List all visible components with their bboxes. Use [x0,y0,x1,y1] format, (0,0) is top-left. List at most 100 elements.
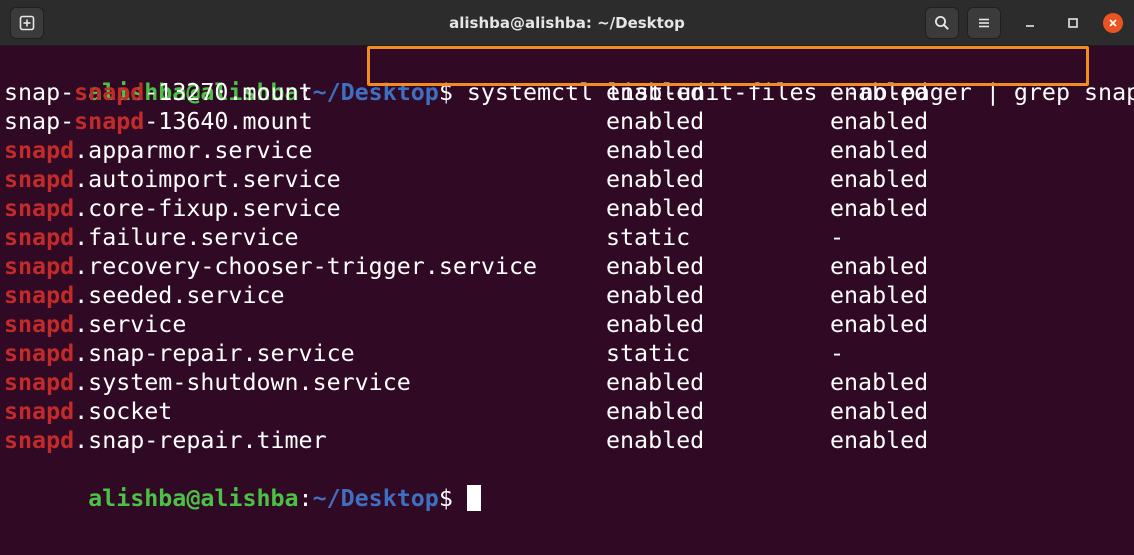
unit-file-row: snapd.core-fixup.service enabled enabled [4,194,1130,223]
unit-file-row: snapd.system-shutdown.service enabled enab… [4,368,1130,397]
unit-file-state: enabled [606,137,705,164]
unit-file-state: static [606,340,691,367]
grep-match-highlight: snapd [4,166,75,193]
unit-name-suffix: .core-fixup.service [74,195,341,222]
unit-file-row: snapd.recovery-chooser-trigger.service en… [4,252,1130,281]
unit-file-row: snapd.autoimport.service enabled enabled [4,165,1130,194]
new-tab-button[interactable] [10,7,44,39]
grep-match-highlight: snapd [4,311,75,338]
unit-file-row: snap-snapd-13270.mount enabled enabled [4,78,1130,107]
unit-name-suffix: .recovery-chooser-trigger.service [74,253,537,280]
unit-vendor-preset: enabled [830,369,929,396]
minimize-icon [1026,25,1034,27]
grep-match-highlight: snapd [4,253,75,280]
unit-file-row: snapd.service enabled enabled [4,310,1130,339]
unit-vendor-preset: enabled [830,282,929,309]
text-cursor [466,485,481,511]
unit-name-suffix: .apparmor.service [74,137,313,164]
new-tab-icon [19,15,35,31]
unit-vendor-preset: enabled [830,427,929,454]
unit-file-row: snap-snapd-13640.mount enabled enabled [4,107,1130,136]
unit-file-name: snapd.apparmor.service [4,136,313,165]
unit-file-state: enabled [606,311,705,338]
grep-match-highlight: snapd [74,108,145,135]
unit-file-state: enabled [606,253,705,280]
grep-match-highlight: snapd [74,79,145,106]
unit-file-row: snapd.failure.service static - [4,223,1130,252]
unit-file-name: snapd.system-shutdown.service [4,368,411,397]
maximize-button[interactable] [1063,13,1083,33]
search-button[interactable] [925,7,959,39]
unit-file-state: enabled [606,195,705,222]
unit-file-name: snapd.failure.service [4,223,299,252]
unit-file-row: snapd.snap-repair.timer enabled enabled [4,426,1130,455]
unit-name-suffix: .autoimport.service [74,166,341,193]
unit-file-name: snapd.recovery-chooser-trigger.service [4,252,537,281]
unit-name-suffix: .snap-repair.service [74,340,355,367]
minimize-button[interactable] [1020,13,1040,33]
title-bar[interactable]: alishba@alishba: ~/Desktop [0,0,1134,46]
grep-match-highlight: snapd [4,398,75,425]
window-title: alishba@alishba: ~/Desktop [449,14,685,32]
prompt-user-host: alishba@alishba [88,485,299,512]
hamburger-menu-icon [979,18,989,28]
unit-name-suffix: .socket [74,398,173,425]
terminal-window: alishba@alishba: ~/Desktop alishba@alish… [0,0,1134,555]
unit-file-state: enabled [606,282,705,309]
unit-file-state: enabled [606,398,705,425]
unit-file-list: snap-snapd-13270.mount enabled enabled snap… [4,78,1130,455]
prompt-colon: : [298,485,313,512]
unit-file-row: snapd.seeded.service enabled enabled [4,281,1130,310]
unit-file-state: enabled [606,79,705,106]
unit-file-name: snapd.socket [4,397,172,426]
unit-name-prefix: snap- [4,79,75,106]
unit-file-name: snapd.service [4,310,186,339]
unit-name-suffix: .system-shutdown.service [74,369,411,396]
grep-match-highlight: snapd [4,195,75,222]
unit-file-state: enabled [606,427,705,454]
grep-match-highlight: snapd [4,340,75,367]
unit-name-suffix: .service [74,311,187,338]
unit-file-name: snapd.core-fixup.service [4,194,341,223]
active-prompt-line[interactable]: alishba@alishba:~/Desktop$ [4,455,1130,512]
unit-vendor-preset: enabled [830,195,929,222]
maximize-icon [1068,18,1078,28]
unit-name-suffix: -13640.mount [144,108,313,135]
close-button[interactable] [1103,13,1123,33]
unit-file-name: snapd.autoimport.service [4,165,341,194]
unit-vendor-preset: - [830,340,845,367]
unit-name-suffix: .failure.service [74,224,299,251]
unit-vendor-preset: enabled [830,166,929,193]
unit-file-row: snapd.apparmor.service enabled enabled [4,136,1130,165]
unit-file-name: snapd.snap-repair.service [4,339,355,368]
unit-file-name: snapd.seeded.service [4,281,285,310]
unit-file-name: snap-snapd-13270.mount [4,78,313,107]
unit-file-state: static [606,224,691,251]
unit-name-prefix: snap- [4,108,75,135]
unit-file-name: snap-snapd-13640.mount [4,107,313,136]
unit-vendor-preset: enabled [830,137,929,164]
menu-button[interactable] [967,7,1001,39]
unit-name-suffix: .seeded.service [74,282,285,309]
unit-vendor-preset: enabled [830,79,929,106]
grep-match-highlight: snapd [4,224,75,251]
unit-vendor-preset: enabled [830,398,929,425]
prompt-path: ~/Desktop [312,485,439,512]
unit-file-state: enabled [606,166,705,193]
unit-vendor-preset: - [830,224,845,251]
grep-match-highlight: snapd [4,427,75,454]
unit-file-state: enabled [606,369,705,396]
grep-match-highlight: snapd [4,282,75,309]
prompt-symbol: $ [438,485,467,512]
unit-vendor-preset: enabled [830,253,929,280]
unit-vendor-preset: enabled [830,108,929,135]
unit-vendor-preset: enabled [830,311,929,338]
grep-match-highlight: snapd [4,137,75,164]
search-icon [935,16,949,30]
grep-match-highlight: snapd [4,369,75,396]
unit-file-name: snapd.snap-repair.timer [4,426,327,455]
unit-file-row: snapd.socket enabled enabled [4,397,1130,426]
unit-file-state: enabled [606,108,705,135]
unit-name-suffix: .snap-repair.timer [74,427,327,454]
terminal-output[interactable]: alishba@alishba:~/Desktop$ systemctl lis… [4,49,1134,555]
